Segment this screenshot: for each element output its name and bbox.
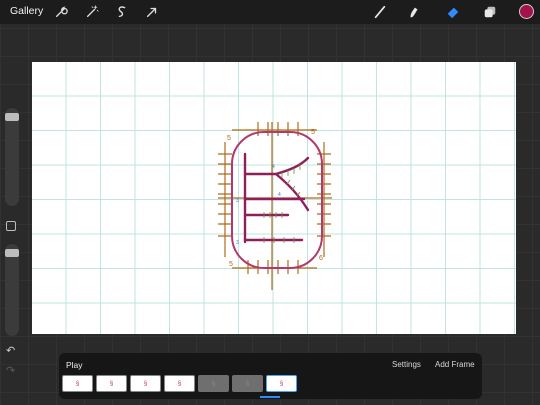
frame-mark: § [245, 380, 250, 387]
frame-thumbnail[interactable]: § [62, 375, 93, 392]
frame-mark: § [75, 380, 80, 387]
brush-size-slider[interactable] [5, 108, 19, 206]
wrench-icon[interactable] [53, 4, 69, 20]
svg-text:5: 5 [227, 135, 231, 142]
top-toolbar: Gallery [0, 0, 540, 24]
svg-text:3: 3 [236, 240, 239, 246]
smudge-icon[interactable] [406, 4, 422, 20]
svg-text:5: 5 [229, 261, 233, 268]
frame-mark: § [143, 380, 148, 387]
letter-strokes [243, 152, 310, 244]
svg-text:4: 4 [278, 192, 281, 198]
svg-text:3: 3 [236, 198, 239, 204]
frame-thumbnail[interactable]: § [198, 375, 229, 392]
frame-mark: § [279, 380, 284, 387]
color-picker-swatch[interactable] [519, 4, 534, 19]
layers-icon[interactable] [482, 4, 498, 20]
frame-mark: § [109, 380, 114, 387]
frame-timeline: § § § § § § § [62, 375, 300, 394]
sketch-artwork: 5 5 5 6 3 3 4 4 [218, 122, 332, 290]
gallery-button[interactable]: Gallery [10, 5, 43, 17]
opacity-slider[interactable] [5, 244, 19, 336]
svg-text:5: 5 [311, 129, 315, 136]
magic-wand-icon[interactable] [84, 4, 100, 20]
drawing-canvas[interactable]: 5 5 5 6 3 3 4 4 [32, 62, 516, 334]
frame-mark: § [177, 380, 182, 387]
current-frame-indicator [260, 396, 280, 398]
eraser-icon[interactable] [445, 4, 461, 20]
add-frame-button[interactable]: Add Frame [435, 360, 475, 369]
frame-thumbnail[interactable]: § [232, 375, 263, 392]
opacity-thumb[interactable] [5, 249, 19, 257]
frame-thumbnail[interactable]: § [164, 375, 195, 392]
frame-mark: § [211, 380, 216, 387]
brush-icon[interactable] [372, 4, 388, 20]
green-hatch-marks [263, 164, 301, 243]
undo-icon[interactable]: ↶ [6, 344, 15, 357]
blue-annotations: 3 3 4 4 [236, 164, 281, 246]
play-button[interactable]: Play [66, 360, 83, 370]
selection-icon[interactable] [114, 4, 130, 20]
svg-text:6: 6 [319, 255, 323, 262]
animation-assist-panel: Play Settings Add Frame § § § § § § § [59, 353, 482, 399]
svg-text:4: 4 [272, 164, 275, 170]
frame-thumbnail[interactable]: § [96, 375, 127, 392]
settings-button[interactable]: Settings [392, 360, 421, 369]
frame-thumbnail-current[interactable]: § [266, 375, 297, 392]
redo-icon[interactable]: ↷ [6, 364, 15, 377]
left-sidebar: ↶ ↷ [3, 108, 21, 378]
modify-button[interactable] [6, 221, 16, 231]
orange-tick-marks [218, 122, 332, 290]
transform-arrow-icon[interactable] [144, 4, 160, 20]
brush-size-thumb[interactable] [5, 113, 19, 121]
frame-thumbnail[interactable]: § [130, 375, 161, 392]
